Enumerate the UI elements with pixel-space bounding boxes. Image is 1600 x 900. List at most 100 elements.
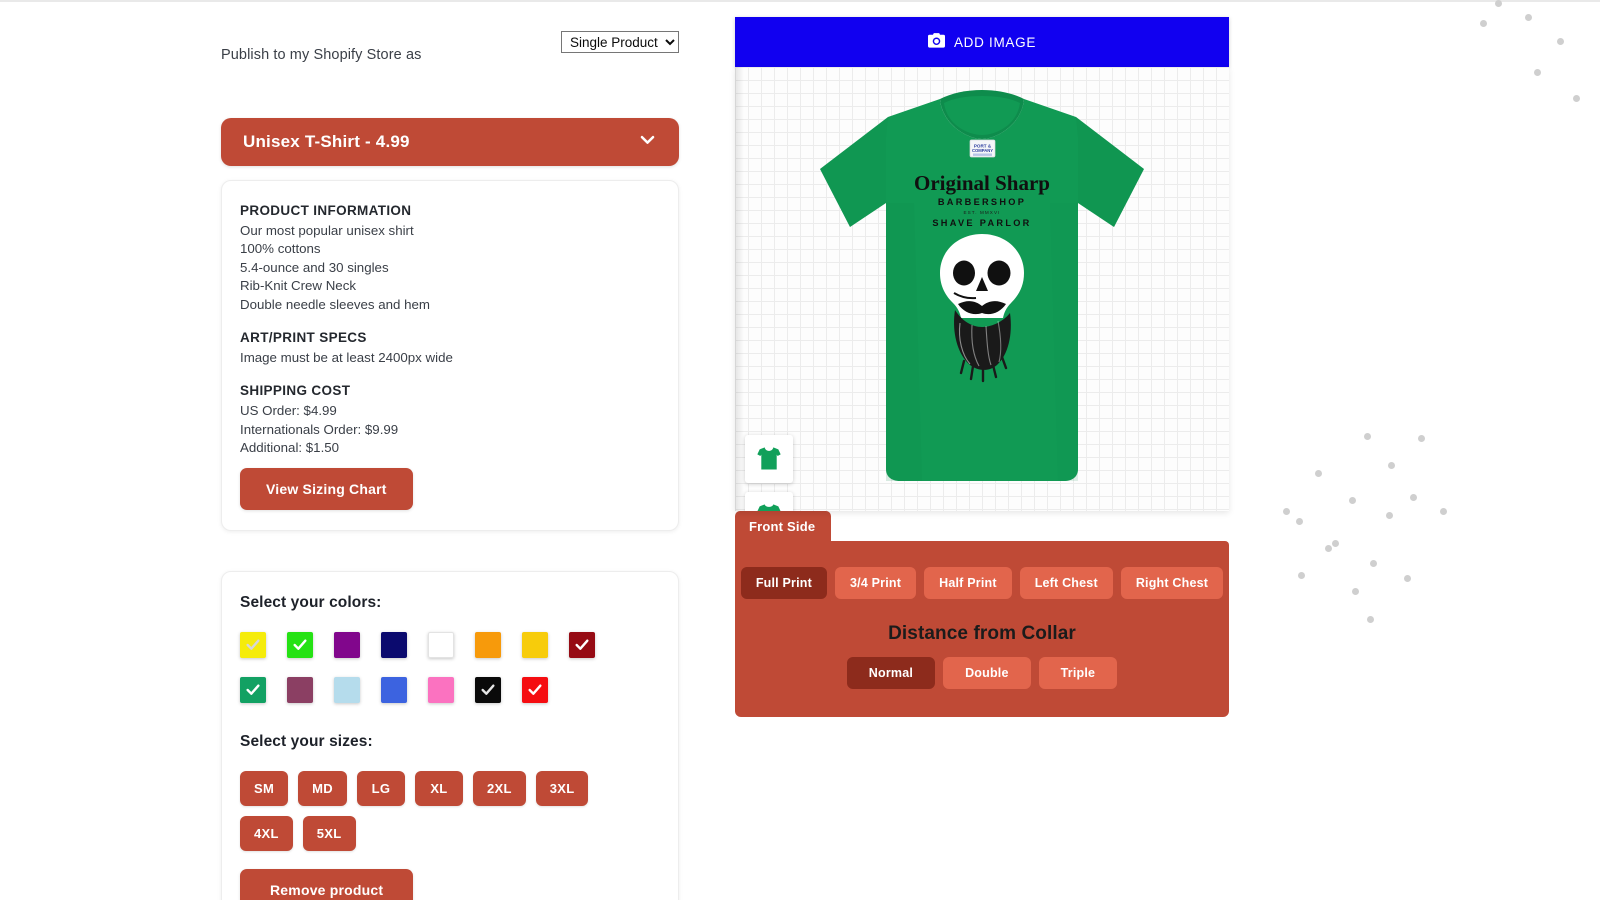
size-button-5xl[interactable]: 5XL xyxy=(302,815,356,851)
color-swatch-navy[interactable] xyxy=(381,631,407,658)
decorative-dot xyxy=(1386,512,1393,519)
chevron-down-icon[interactable] xyxy=(638,130,657,154)
product-config-column: Publish to my Shopify Store as Single Pr… xyxy=(221,22,679,900)
color-swatch-light-blue[interactable] xyxy=(334,676,360,703)
color-swatch-royal-blue[interactable] xyxy=(381,676,407,703)
artwork-line4: SHAVE PARLOR xyxy=(932,218,1031,228)
print-option-3-4-print[interactable]: 3/4 Print xyxy=(835,567,917,599)
shipping-cost-heading: SHIPPING COST xyxy=(240,383,351,399)
color-swatch-pink[interactable] xyxy=(428,676,454,703)
product-information-line-5: Double needle sleeves and hem xyxy=(240,296,430,312)
collar-option-row: Normal Double Triple xyxy=(735,657,1229,689)
collar-option-triple[interactable]: Triple xyxy=(1038,657,1118,689)
artwork-line1: Original Sharp xyxy=(914,171,1050,195)
shirt-mockup: PORT & COMPANY Original Sharp BARBERSHOP… xyxy=(792,77,1172,507)
decorative-dot xyxy=(1573,95,1580,102)
decorative-dot xyxy=(1352,588,1359,595)
decorative-dot xyxy=(1370,560,1377,567)
size-button-xl[interactable]: XL xyxy=(414,770,463,806)
shipping-cost-line-3: Additional: $1.50 xyxy=(240,440,340,456)
view-sizing-chart-button[interactable]: View Sizing Chart xyxy=(240,467,413,510)
top-divider xyxy=(0,0,1600,2)
back-thumbnail[interactable] xyxy=(745,492,793,511)
decorative-dot xyxy=(1298,572,1305,579)
publish-type-select[interactable]: Single Product xyxy=(561,31,679,53)
color-swatch-orange[interactable] xyxy=(475,631,501,658)
front-side-tab[interactable]: Front Side xyxy=(735,511,832,541)
product-information-heading: PRODUCT INFORMATION xyxy=(240,203,412,218)
size-button-2xl[interactable]: 2XL xyxy=(472,770,526,806)
print-option-row: Full Print 3/4 Print Half Print Left Chest R… xyxy=(735,567,1229,599)
decorative-dot xyxy=(1315,470,1322,477)
color-swatch-gold[interactable] xyxy=(522,631,548,658)
product-information-lines: Our most popular unisex shirt 100% cotton… xyxy=(240,222,658,314)
print-option-right-chest[interactable]: Right Chest xyxy=(1120,567,1224,599)
decorative-dot xyxy=(1410,494,1417,501)
color-swatch-green[interactable] xyxy=(287,631,313,658)
decorative-dot xyxy=(1283,508,1290,515)
publish-row: Publish to my Shopify Store as Single Pr… xyxy=(221,22,679,74)
distance-from-collar-title: Distance from Collar xyxy=(888,623,1076,644)
color-swatch-white[interactable] xyxy=(428,631,454,658)
print-placement-panel: Full Print 3/4 Print Half Print Left Chest R… xyxy=(735,541,1229,717)
sizes-label: Select your sizes: xyxy=(240,732,373,750)
artwork-line3: EST. MMXVI xyxy=(963,210,1000,215)
shipping-cost-line-2: Internationals Order: $9.99 xyxy=(240,421,399,437)
decorative-dot xyxy=(1388,462,1395,469)
color-swatch-purple[interactable] xyxy=(334,631,360,658)
decorative-dot xyxy=(1296,518,1303,525)
decorative-dot xyxy=(1480,20,1487,27)
collar-option-double[interactable]: Double xyxy=(943,657,1031,689)
color-swatch-kelly-green[interactable] xyxy=(240,676,266,703)
product-information-card: PRODUCT INFORMATION Our most popular uni… xyxy=(221,180,679,531)
color-swatch-red[interactable] xyxy=(522,676,548,703)
publish-label: Publish to my Shopify Store as xyxy=(221,47,422,63)
decorative-dot xyxy=(1557,38,1564,45)
color-swatch-black[interactable] xyxy=(475,676,501,703)
collar-option-normal[interactable]: Normal xyxy=(846,657,936,689)
color-swatch-grid xyxy=(240,631,640,703)
add-image-label: ADD IMAGE xyxy=(953,34,1037,50)
decorative-dot xyxy=(1349,497,1356,504)
artwork-line2: BARBERSHOP xyxy=(938,197,1026,207)
color-swatch-maroon[interactable] xyxy=(569,631,595,658)
shirt-preview-stage[interactable]: PORT & COMPANY Original Sharp BARBERSHOP… xyxy=(735,67,1229,511)
art-specs-lines: Image must be at least 2400px wide xyxy=(240,349,658,367)
size-button-row: SM MD LG XL 2XL 3XL 4XL 5XL xyxy=(240,770,610,851)
product-header-bar[interactable]: Unisex T-Shirt - 4.99 xyxy=(221,118,679,166)
camera-icon xyxy=(927,33,945,51)
front-thumbnail[interactable] xyxy=(745,435,793,483)
side-thumbnail-rail xyxy=(745,435,793,511)
product-information-line-1: Our most popular unisex shirt xyxy=(240,223,414,238)
decorative-dot xyxy=(1325,545,1332,552)
color-swatch-plum[interactable] xyxy=(287,676,313,703)
decorative-dot xyxy=(1440,508,1447,515)
size-button-lg[interactable]: LG xyxy=(356,770,405,806)
product-information-line-3: 5.4-ounce and 30 singles xyxy=(240,259,389,275)
size-button-sm[interactable]: SM xyxy=(240,770,289,806)
product-information-line-2: 100% cottons xyxy=(240,241,321,257)
decorative-dot xyxy=(1525,14,1532,21)
print-option-full-print[interactable]: Full Print xyxy=(740,567,827,599)
shipping-cost-line-1: US Order: $4.99 xyxy=(240,403,337,419)
size-button-4xl[interactable]: 4XL xyxy=(240,815,293,851)
product-options-card: Select your colors: Select your sizes: S… xyxy=(221,570,679,900)
print-option-left-chest[interactable]: Left Chest xyxy=(1019,567,1113,599)
decorative-dot xyxy=(1418,435,1425,442)
color-swatch-yellow[interactable] xyxy=(240,631,266,658)
product-title: Unisex T-Shirt - 4.99 xyxy=(243,132,410,151)
print-option-half-print[interactable]: Half Print xyxy=(924,567,1012,599)
decorative-dot xyxy=(1367,616,1374,623)
remove-product-button[interactable]: Remove product xyxy=(240,868,414,900)
colors-label: Select your colors: xyxy=(240,593,382,611)
svg-text:COMPANY: COMPANY xyxy=(972,148,993,153)
decorative-dot xyxy=(1495,0,1502,7)
size-button-3xl[interactable]: 3XL xyxy=(535,770,589,806)
art-specs-line-1: Image must be at least 2400px wide xyxy=(240,350,453,366)
preview-column: ADD IMAGE PORT & COMPANY Original Sharp … xyxy=(735,17,1229,717)
decorative-dot xyxy=(1332,540,1339,547)
size-button-md[interactable]: MD xyxy=(298,770,347,806)
decorative-dot xyxy=(1364,433,1371,440)
add-image-button[interactable]: ADD IMAGE xyxy=(735,17,1229,67)
shipping-cost-lines: US Order: $4.99 Internationals Order: $9.… xyxy=(240,402,658,457)
